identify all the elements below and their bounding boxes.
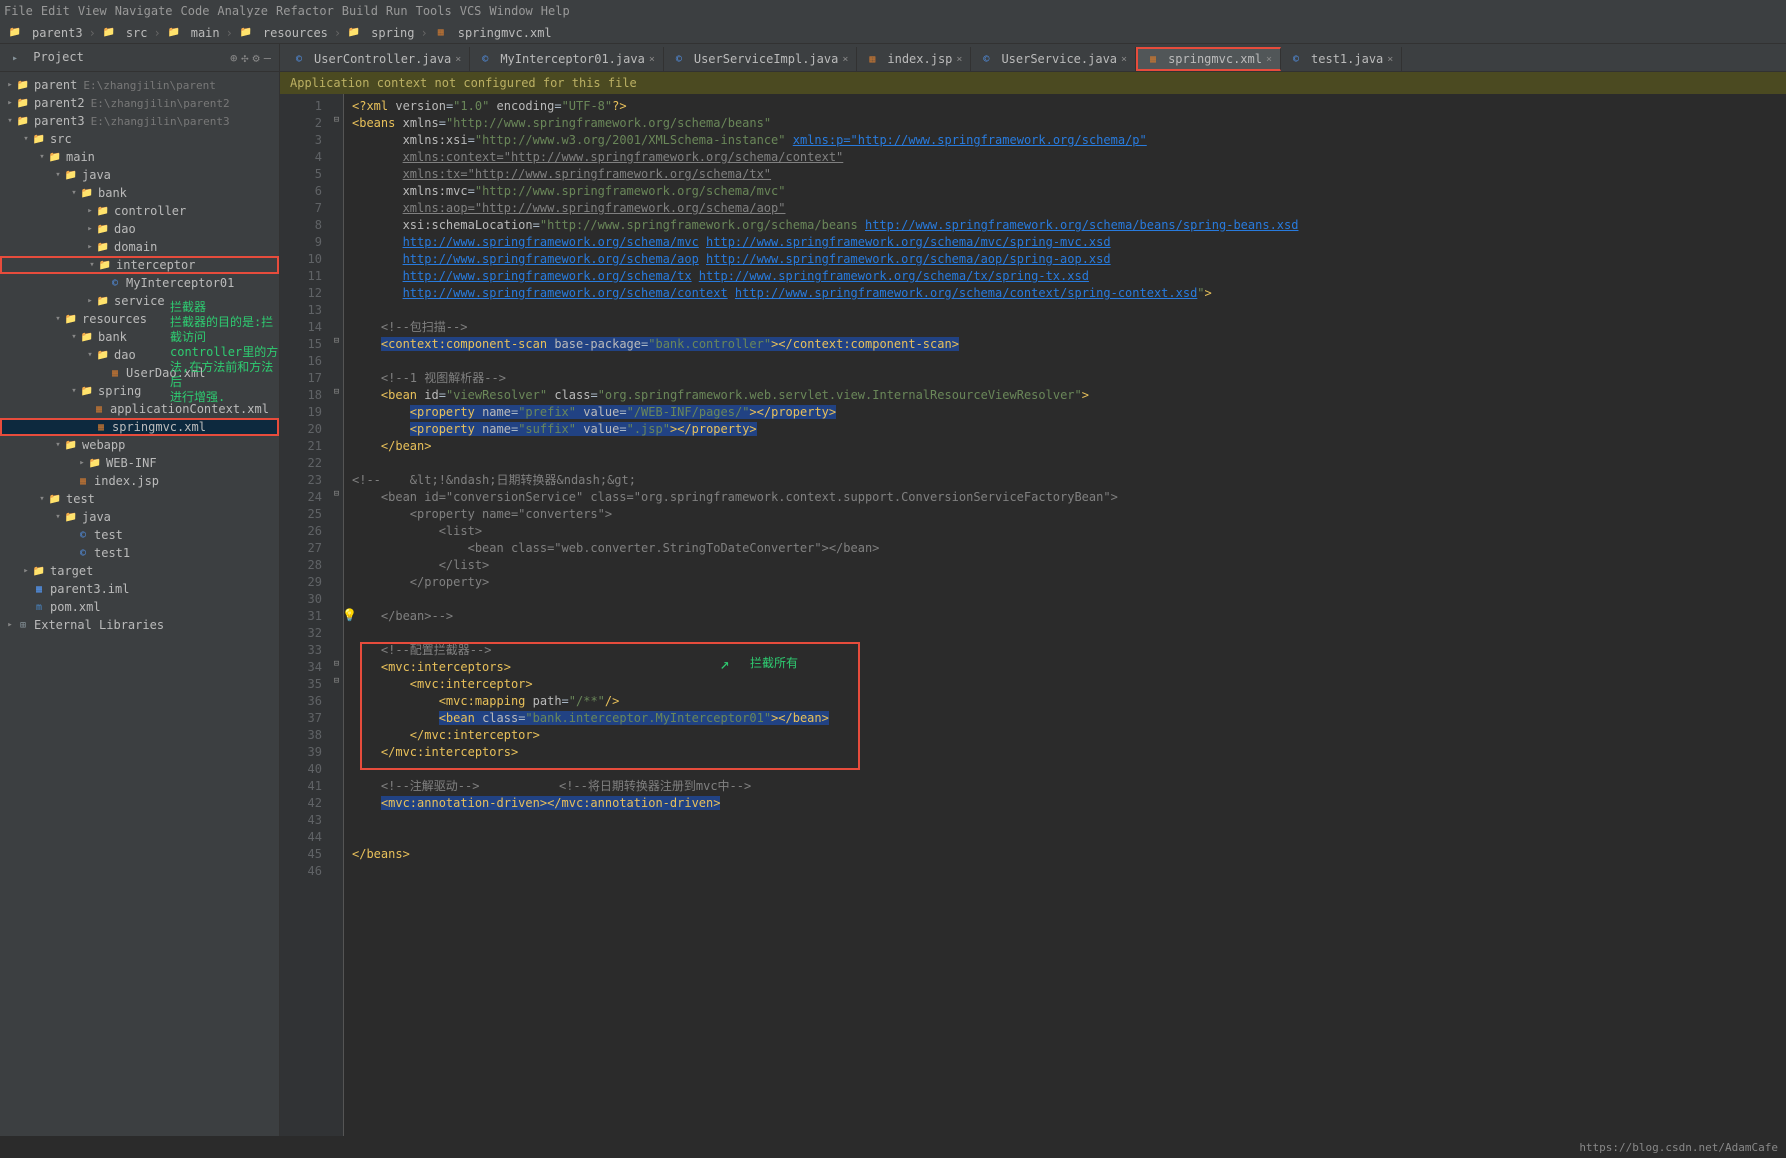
menu-item[interactable]: Tools — [416, 4, 452, 18]
tree-node-parent3[interactable]: ▾📁parent3E:\zhangjilin\parent3 — [0, 112, 279, 130]
tree-node-test1[interactable]: ©test1 — [0, 544, 279, 562]
tree-node-main[interactable]: ▾📁main — [0, 148, 279, 166]
tree-node-target[interactable]: ▸📁target — [0, 562, 279, 580]
tree-node-spring[interactable]: ▾📁spring — [0, 382, 279, 400]
tree-node-java[interactable]: ▾📁java — [0, 166, 279, 184]
tree-node-parent2[interactable]: ▸📁parent2E:\zhangjilin\parent2 — [0, 94, 279, 112]
tree-node-domain[interactable]: ▸📁domain — [0, 238, 279, 256]
menu-item[interactable]: View — [78, 4, 107, 18]
folder-icon: 📁 — [239, 26, 253, 40]
tree-node-parent[interactable]: ▸📁parentE:\zhangjilin\parent — [0, 76, 279, 94]
menu-bar: File Edit View Navigate Code Analyze Ref… — [0, 0, 1786, 22]
breadcrumb-item[interactable]: src — [126, 26, 148, 40]
close-icon[interactable]: × — [1266, 54, 1272, 65]
tree-node-indexjsp[interactable]: ▦index.jsp — [0, 472, 279, 490]
breadcrumb: 📁parent3› 📁src› 📁main› 📁resources› 📁spri… — [0, 22, 1786, 44]
xml-file-icon: ▦ — [1146, 52, 1160, 66]
class-icon: © — [292, 52, 306, 66]
editor-tabs: ©UserController.java× ©MyInterceptor01.j… — [280, 44, 1786, 72]
tree-node-webapp[interactable]: ▾📁webapp — [0, 436, 279, 454]
tree-node-bank2[interactable]: ▾📁bank — [0, 328, 279, 346]
project-icon: ▸ — [8, 51, 22, 65]
close-icon[interactable]: × — [956, 54, 962, 65]
tree-node-test[interactable]: ▾📁test — [0, 490, 279, 508]
hide-icon[interactable]: — — [264, 51, 271, 65]
menu-item[interactable]: Window — [489, 4, 532, 18]
tab-indexjsp[interactable]: ▦index.jsp× — [857, 47, 971, 71]
watermark: https://blog.csdn.net/AdamCafe — [1579, 1141, 1778, 1154]
settings-icon[interactable]: ✣ — [241, 51, 248, 65]
menu-item[interactable]: Navigate — [115, 4, 173, 18]
menu-item[interactable]: Run — [386, 4, 408, 18]
breadcrumb-item[interactable]: spring — [371, 26, 414, 40]
tree-node-myinterceptor[interactable]: ©MyInterceptor01 — [0, 274, 279, 292]
tree-node-iml[interactable]: ▦parent3.iml — [0, 580, 279, 598]
project-sidebar: ▸ Project ⊕ ✣ ⚙ — ▸📁parentE:\zhangjilin\… — [0, 44, 280, 1136]
folder-icon: 📁 — [167, 26, 181, 40]
breadcrumb-item[interactable]: resources — [263, 26, 328, 40]
tab-test1[interactable]: ©test1.java× — [1281, 47, 1402, 71]
class-icon: © — [672, 52, 686, 66]
close-icon[interactable]: × — [1121, 54, 1127, 65]
code-editor[interactable]: 1234567891011121314151617181920212223242… — [280, 94, 1786, 1136]
tree-node-testc[interactable]: ©test — [0, 526, 279, 544]
tree-node-pom[interactable]: mpom.xml — [0, 598, 279, 616]
close-icon[interactable]: × — [649, 54, 655, 65]
breadcrumb-item[interactable]: main — [191, 26, 220, 40]
collapse-icon[interactable]: ⊕ — [230, 51, 237, 65]
menu-item[interactable]: Build — [342, 4, 378, 18]
menu-item[interactable]: Refactor — [276, 4, 334, 18]
folder-icon: 📁 — [347, 26, 361, 40]
breadcrumb-item[interactable]: springmvc.xml — [458, 26, 552, 40]
class-icon: © — [1289, 52, 1303, 66]
menu-item[interactable]: File — [4, 4, 33, 18]
class-icon: © — [478, 52, 492, 66]
line-gutter: 1234567891011121314151617181920212223242… — [280, 94, 330, 1136]
tree-node-java2[interactable]: ▾📁java — [0, 508, 279, 526]
xml-file-icon: ▦ — [434, 26, 448, 40]
folder-icon: 📁 — [102, 26, 116, 40]
tab-userservice[interactable]: ©UserService.java× — [971, 47, 1136, 71]
tab-userserviceimpl[interactable]: ©UserServiceImpl.java× — [664, 47, 858, 71]
gear-icon[interactable]: ⚙ — [253, 51, 260, 65]
tab-usercontroller[interactable]: ©UserController.java× — [284, 47, 470, 71]
tab-myinterceptor[interactable]: ©MyInterceptor01.java× — [470, 47, 664, 71]
tree-node-bank[interactable]: ▾📁bank — [0, 184, 279, 202]
tree-node-controller[interactable]: ▸📁controller — [0, 202, 279, 220]
sidebar-title: Project — [33, 50, 84, 64]
tree-node-userdao[interactable]: ▦UserDao.xml — [0, 364, 279, 382]
class-icon: © — [979, 52, 993, 66]
menu-item[interactable]: VCS — [460, 4, 482, 18]
tree-node-service[interactable]: ▸📁service — [0, 292, 279, 310]
tree-node-webinf[interactable]: ▸📁WEB-INF — [0, 454, 279, 472]
tree-node-springmvc[interactable]: ▦springmvc.xml — [0, 418, 279, 436]
tree-node-appctx[interactable]: ▦applicationContext.xml — [0, 400, 279, 418]
code-content[interactable]: <?xml version="1.0" encoding="UTF-8"?><b… — [344, 94, 1786, 1136]
folder-icon: 📁 — [8, 26, 22, 40]
project-tree[interactable]: ▸📁parentE:\zhangjilin\parent ▸📁parent2E:… — [0, 72, 279, 1136]
tree-node-interceptor[interactable]: ▾📁interceptor — [0, 256, 279, 274]
context-banner[interactable]: Application context not configured for t… — [280, 72, 1786, 94]
menu-item[interactable]: Analyze — [217, 4, 268, 18]
tab-springmvc[interactable]: ▦springmvc.xml× — [1136, 47, 1281, 71]
tree-node-extlib[interactable]: ▸⊞External Libraries — [0, 616, 279, 634]
tree-node-resources[interactable]: ▾📁resources — [0, 310, 279, 328]
menu-item[interactable]: Code — [181, 4, 210, 18]
intention-bulb-icon[interactable]: 💡 — [342, 608, 357, 622]
sidebar-toolbar: ⊕ ✣ ⚙ — — [230, 51, 271, 65]
menu-item[interactable]: Edit — [41, 4, 70, 18]
menu-item[interactable]: Help — [541, 4, 570, 18]
xml-file-icon: ▦ — [865, 52, 879, 66]
close-icon[interactable]: × — [842, 54, 848, 65]
close-icon[interactable]: × — [455, 54, 461, 65]
tree-node-src[interactable]: ▾📁src — [0, 130, 279, 148]
tree-node-dao[interactable]: ▸📁dao — [0, 220, 279, 238]
close-icon[interactable]: × — [1387, 54, 1393, 65]
tree-node-dao2[interactable]: ▾📁dao — [0, 346, 279, 364]
breadcrumb-item[interactable]: parent3 — [32, 26, 83, 40]
